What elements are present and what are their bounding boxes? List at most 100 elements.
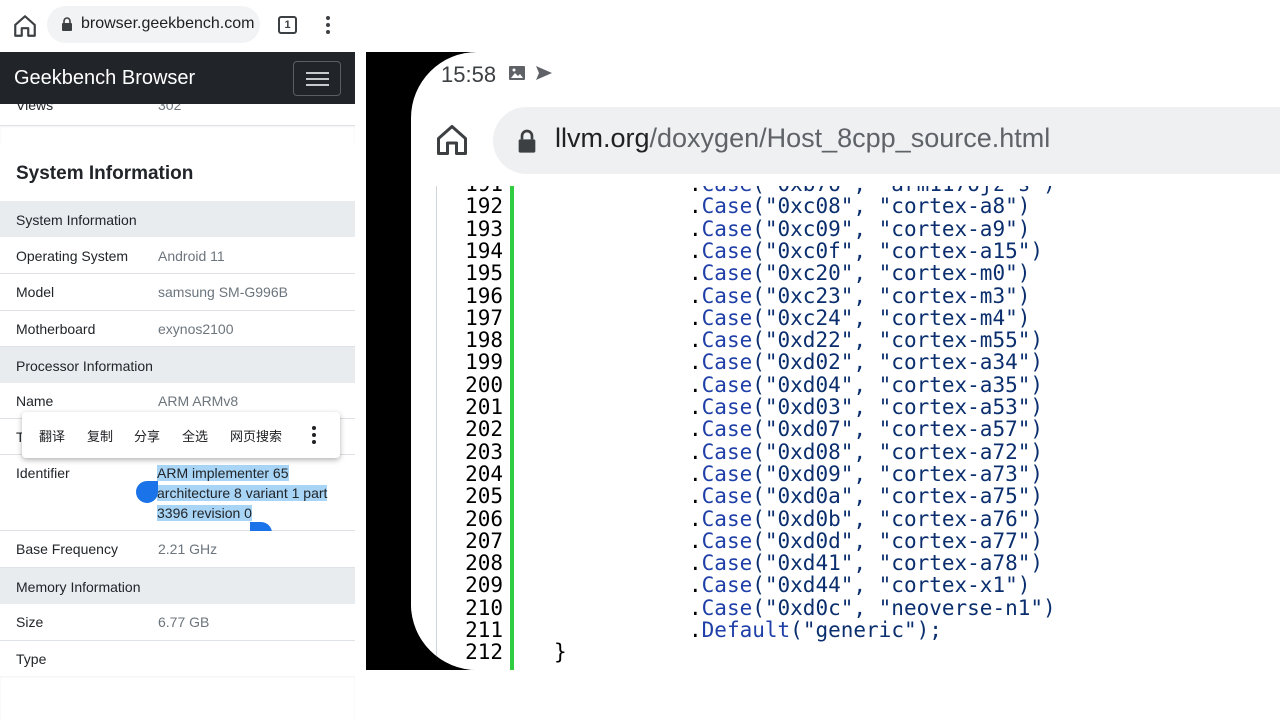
screen: browser.geekbench.com 1 Geekbench Browse… bbox=[0, 0, 1280, 720]
code-fn: Case bbox=[701, 261, 753, 286]
info-row-motherboard: Motherboard exynos2100 bbox=[0, 311, 355, 347]
browser-toolbar: browser.geekbench.com 1 bbox=[0, 0, 356, 52]
code-line: 193 .Case("0xc09", "cortex-a9") bbox=[411, 218, 1280, 240]
code-fn: Case bbox=[701, 395, 753, 419]
line-number: 205 bbox=[465, 484, 503, 509]
line-number: 210 bbox=[465, 595, 503, 620]
menu-item-select-all[interactable]: 全选 bbox=[182, 426, 208, 445]
line-number: 204 bbox=[465, 461, 503, 486]
code-text: .Case("0xd08", "cortex-a72") bbox=[689, 441, 1043, 463]
code-punct: . bbox=[689, 484, 702, 509]
url-text: browser.geekbench.com bbox=[81, 15, 255, 32]
code-line: 192 .Case("0xc08", "cortex-a8") bbox=[411, 195, 1280, 217]
url-path: /doxygen/Host_8cpp_source.html bbox=[649, 123, 1051, 153]
line-number: 208 bbox=[465, 551, 503, 576]
code-punct: . bbox=[689, 350, 702, 375]
code-punct: . bbox=[689, 238, 702, 263]
info-label: Model bbox=[16, 284, 55, 300]
code-punct: . bbox=[689, 595, 702, 620]
selected-identifier-text[interactable]: ARM implementer 65 architecture 8 varian… bbox=[157, 463, 337, 523]
code-line: 210 .Case("0xd0c", "neoverse-n1") bbox=[411, 597, 1280, 619]
code-text: .Case("0xd03", "cortex-a53") bbox=[689, 396, 1043, 418]
home-icon[interactable] bbox=[12, 13, 38, 39]
line-number: 203 bbox=[465, 439, 503, 464]
info-row-base-frequency: Base Frequency 2.21 GHz bbox=[0, 531, 355, 568]
code-fn: Case bbox=[701, 573, 753, 598]
code-punct: . bbox=[689, 417, 702, 442]
address-bar[interactable]: llvm.org/doxygen/Host_8cpp_source.html bbox=[493, 107, 1280, 174]
info-label: Base Frequency bbox=[16, 541, 118, 557]
code-args: ("0xc20", "cortex-m0") bbox=[752, 261, 1031, 286]
code-punct: . bbox=[689, 194, 702, 219]
info-label: Type bbox=[16, 651, 47, 667]
info-value: 2.21 GHz bbox=[158, 541, 218, 557]
line-number: 206 bbox=[465, 506, 503, 531]
identifier-line: ARM implementer 65 bbox=[157, 465, 289, 481]
code-args: ("0xd0c", "neoverse-n1") bbox=[752, 595, 1056, 620]
code-line: 207 .Case("0xd0d", "cortex-a77") bbox=[411, 530, 1280, 552]
code-fn: Case bbox=[701, 506, 753, 531]
code-args: ("0xd02", "cortex-a34") bbox=[752, 350, 1044, 375]
closing-brace: } bbox=[554, 640, 567, 665]
code-text: .Case("0xc09", "cortex-a9") bbox=[689, 218, 1030, 240]
code-text: .Case("0xd02", "cortex-a34") bbox=[689, 351, 1043, 373]
line-number: 200 bbox=[465, 372, 503, 397]
home-icon[interactable] bbox=[434, 122, 470, 158]
code-line: 205 .Case("0xd0a", "cortex-a75") bbox=[411, 485, 1280, 507]
more-options-icon[interactable] bbox=[309, 425, 319, 445]
line-number: 212 bbox=[465, 640, 503, 665]
section-header-label: Processor Information bbox=[16, 358, 153, 374]
code-fn: Case bbox=[701, 595, 753, 620]
info-value: exynos2100 bbox=[158, 321, 234, 337]
line-number: 196 bbox=[465, 283, 503, 308]
code-fn: Case bbox=[701, 283, 753, 308]
code-line: 203 .Case("0xd08", "cortex-a72") bbox=[411, 441, 1280, 463]
menu-item-web-search[interactable]: 网页搜索 bbox=[230, 426, 282, 445]
address-bar[interactable]: browser.geekbench.com bbox=[47, 6, 260, 43]
hamburger-icon bbox=[306, 72, 329, 74]
lock-icon bbox=[518, 129, 536, 153]
menu-item-copy[interactable]: 复制 bbox=[87, 426, 113, 445]
code-text: .Case("0xd0a", "cortex-a75") bbox=[689, 485, 1043, 507]
tab-switcher-button[interactable]: 1 bbox=[278, 16, 297, 34]
selection-start-handle[interactable] bbox=[136, 481, 158, 503]
code-args: ("0xc0f", "cortex-a15") bbox=[752, 238, 1044, 263]
code-line: 208 .Case("0xd41", "cortex-a78") bbox=[411, 552, 1280, 574]
code-text: .Case("0xd41", "cortex-a78") bbox=[689, 552, 1043, 574]
info-value: ARM ARMv8 bbox=[158, 393, 239, 409]
site-brand[interactable]: Geekbench Browser bbox=[14, 67, 195, 90]
code-args: ("0xd09", "cortex-a73") bbox=[752, 461, 1044, 486]
menu-item-translate[interactable]: 翻译 bbox=[39, 426, 65, 445]
code-text: .Case("0xd22", "cortex-m55") bbox=[689, 329, 1043, 351]
menu-item-share[interactable]: 分享 bbox=[134, 426, 160, 445]
code-punct: . bbox=[689, 216, 702, 241]
code-punct: . bbox=[689, 528, 702, 553]
code-line: 204 .Case("0xd09", "cortex-a73") bbox=[411, 463, 1280, 485]
section-header-label: Memory Information bbox=[16, 579, 141, 595]
code-args: ("0xd08", "cortex-a72") bbox=[752, 439, 1044, 464]
code-line: 212} bbox=[411, 641, 1280, 663]
more-menu-icon[interactable] bbox=[318, 14, 338, 36]
code-line: 195 .Case("0xc20", "cortex-m0") bbox=[411, 262, 1280, 284]
views-row: Views 302 bbox=[0, 104, 355, 126]
code-line: 196 .Case("0xc23", "cortex-m3") bbox=[411, 285, 1280, 307]
code-line: 199 .Case("0xd02", "cortex-a34") bbox=[411, 351, 1280, 373]
line-number: 195 bbox=[465, 261, 503, 286]
line-number: 201 bbox=[465, 395, 503, 419]
code-fn: Case bbox=[701, 328, 753, 353]
url-domain: llvm.org bbox=[555, 123, 650, 153]
code-args: ("0xd0a", "cortex-a75") bbox=[752, 484, 1044, 509]
navbar-menu-button[interactable] bbox=[293, 61, 341, 96]
source-code-view: 191.Case("0xb76", "arm1176jz-s")192.Case… bbox=[411, 186, 1280, 670]
code-punct: . bbox=[689, 618, 702, 642]
views-value: 302 bbox=[158, 104, 182, 113]
code-fn: Case bbox=[701, 216, 753, 241]
code-fn: Default bbox=[701, 618, 791, 642]
code-args: ("0xd07", "cortex-a57") bbox=[752, 417, 1044, 442]
code-fn: Case bbox=[701, 439, 753, 464]
line-number: 207 bbox=[465, 528, 503, 553]
code-punct: . bbox=[689, 551, 702, 576]
code-fn: Case bbox=[701, 484, 753, 509]
code-fn: Case bbox=[701, 528, 753, 553]
section-header-memory: Memory Information bbox=[0, 568, 355, 604]
